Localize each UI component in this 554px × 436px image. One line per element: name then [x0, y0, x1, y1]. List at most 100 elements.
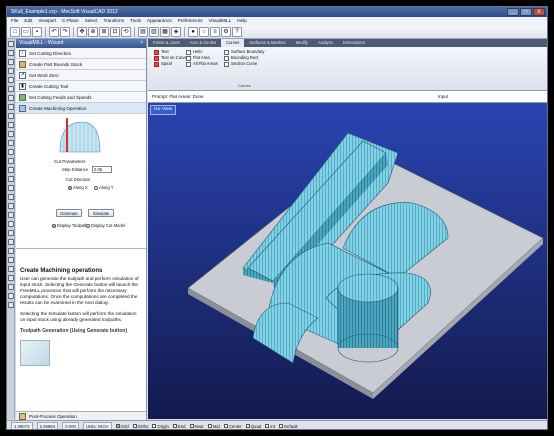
save-icon[interactable]: ▪: [32, 26, 42, 37]
3d-viewport[interactable]: Iso View: [148, 103, 547, 419]
torus-tool-icon[interactable]: [8, 257, 14, 263]
new-file-icon[interactable]: □: [10, 26, 20, 37]
tab-points-lines[interactable]: Points & Lines: [148, 39, 185, 47]
ribbon-item-all-flat-areas[interactable]: All Flat Areas: [186, 61, 218, 67]
settings-icon[interactable]: ⚙: [221, 26, 231, 37]
menu-file[interactable]: File: [11, 17, 18, 25]
layer-tool-icon[interactable]: [8, 203, 14, 209]
wizard-step-feeds-speeds[interactable]: Set Cutting Feeds and Speeds: [16, 92, 146, 103]
right-view-icon[interactable]: ▦: [160, 26, 170, 37]
menu-appearance[interactable]: Appearance: [147, 17, 172, 25]
select-tool-icon[interactable]: [8, 41, 14, 47]
tab-curves[interactable]: Curves: [221, 39, 245, 47]
menu-preferences[interactable]: Preferences: [178, 17, 203, 25]
zoom-extents-icon[interactable]: ⊡: [110, 26, 120, 37]
zoom-window-icon[interactable]: ⊞: [99, 26, 109, 37]
surface-tool-icon[interactable]: [8, 104, 14, 110]
snap-ortho-toggle[interactable]: Ortho: [132, 424, 148, 429]
tab-arcs-circles[interactable]: Arcs & Circles: [185, 39, 221, 47]
fillet-tool-icon[interactable]: [8, 149, 14, 155]
rotate-icon[interactable]: ⟲: [121, 26, 131, 37]
display-toolpath-radio[interactable]: Display Toolpath: [52, 223, 88, 228]
menu-tools[interactable]: Tools: [130, 17, 141, 25]
along-x-radio[interactable]: Along X: [68, 185, 88, 190]
along-y-radio[interactable]: Along Y: [94, 185, 114, 190]
close-button[interactable]: X: [533, 8, 545, 16]
array-tool-icon[interactable]: [8, 176, 14, 182]
post-process-operation[interactable]: Post-Process Operation: [16, 411, 146, 420]
redo-icon[interactable]: ↷: [60, 26, 70, 37]
menu-help[interactable]: Help: [237, 17, 246, 25]
sphere-tool-icon[interactable]: [8, 230, 14, 236]
snap-origin-toggle[interactable]: Origin: [152, 424, 169, 429]
command-input-field[interactable]: Input: [433, 91, 543, 103]
tab-dimensions[interactable]: Dimensions: [338, 39, 370, 47]
menu-viewport[interactable]: Viewport: [38, 17, 56, 25]
layers-icon[interactable]: ≡: [210, 26, 220, 37]
snap-grid-toggle[interactable]: Grid: [115, 424, 129, 429]
render-tool-icon[interactable]: [8, 212, 14, 218]
delete-tool-icon[interactable]: [8, 302, 14, 308]
wizard-step-work-zero[interactable]: ↗ Set Work Zero: [16, 70, 146, 81]
cylinder-tool-icon[interactable]: [8, 239, 14, 245]
pan-icon[interactable]: ✥: [77, 26, 87, 37]
wizard-step-cutting-tool[interactable]: ▮ Create Cutting Tool: [16, 81, 146, 92]
menu-cplane[interactable]: C-Plane: [62, 17, 79, 25]
wizard-step-machining-operation[interactable]: Create Machining Operation: [16, 103, 146, 114]
units-indicator[interactable]: Units: INCH: [82, 422, 112, 429]
text-tool-icon[interactable]: [8, 266, 14, 272]
hatch-tool-icon[interactable]: [8, 284, 14, 290]
front-view-icon[interactable]: ▥: [149, 26, 159, 37]
iso-view-icon[interactable]: ◈: [171, 26, 181, 37]
box-tool-icon[interactable]: [8, 221, 14, 227]
snap-quad-toggle[interactable]: Quad: [245, 424, 261, 429]
display-cut-model-radio[interactable]: Display Cut Model: [86, 223, 125, 228]
line-tool-icon[interactable]: [8, 50, 14, 56]
tab-surfaces-meshes[interactable]: Surfaces & Meshes: [244, 39, 290, 47]
tab-analyze[interactable]: Analyze: [313, 39, 338, 47]
revolve-tool-icon[interactable]: [8, 122, 14, 128]
cone-tool-icon[interactable]: [8, 248, 14, 254]
top-view-icon[interactable]: ▤: [138, 26, 148, 37]
snap-mid-toggle[interactable]: Mid: [207, 424, 220, 429]
snap-default-toggle[interactable]: Default: [279, 424, 298, 429]
menu-visualmill[interactable]: VisualMILL: [209, 17, 232, 25]
point-tool-icon[interactable]: [8, 293, 14, 299]
dimension-tool-icon[interactable]: [8, 275, 14, 281]
sweep-tool-icon[interactable]: [8, 131, 14, 137]
shaded-icon[interactable]: ●: [188, 26, 198, 37]
snap-end-toggle[interactable]: End: [172, 424, 186, 429]
minimize-button[interactable]: _: [507, 8, 519, 16]
help-icon[interactable]: ?: [232, 26, 242, 37]
simulate-button[interactable]: Simulate: [88, 209, 114, 217]
maximize-button[interactable]: □: [520, 8, 532, 16]
panel-close-icon[interactable]: ×: [140, 39, 143, 48]
ribbon-item-section-curve[interactable]: Section Curve: [224, 61, 265, 67]
measure-tool-icon[interactable]: [8, 185, 14, 191]
snap-center-toggle[interactable]: Center: [223, 424, 242, 429]
loft-tool-icon[interactable]: [8, 140, 14, 146]
wizard-step-stock[interactable]: Create Part Bounds Stock: [16, 59, 146, 70]
menu-edit[interactable]: Edit: [24, 17, 32, 25]
polygon-tool-icon[interactable]: [8, 95, 14, 101]
generate-button[interactable]: Generate: [56, 209, 82, 217]
snap-int-toggle[interactable]: Int: [265, 424, 275, 429]
menu-select[interactable]: Select: [85, 17, 98, 25]
undo-icon[interactable]: ↶: [49, 26, 59, 37]
step-distance-field[interactable]: 0.05: [92, 166, 112, 173]
open-folder-icon[interactable]: ▭: [21, 26, 31, 37]
arc-tool-icon[interactable]: [8, 59, 14, 65]
wizard-step-cutting-direction[interactable]: ↓ Set Cutting Direction: [16, 48, 146, 59]
trim-tool-icon[interactable]: [8, 158, 14, 164]
curve-tool-icon[interactable]: [8, 77, 14, 83]
snap-near-toggle[interactable]: Near: [189, 424, 204, 429]
tab-modify[interactable]: Modify: [291, 39, 313, 47]
rectangle-tool-icon[interactable]: [8, 86, 14, 92]
circle-tool-icon[interactable]: [8, 68, 14, 74]
extrude-tool-icon[interactable]: [8, 113, 14, 119]
mirror-tool-icon[interactable]: [8, 167, 14, 173]
snap-tool-icon[interactable]: [8, 194, 14, 200]
ribbon-item-spiral[interactable]: Spiral: [154, 61, 187, 67]
zoom-icon[interactable]: ⊕: [88, 26, 98, 37]
menu-transform[interactable]: Transform: [104, 17, 125, 25]
